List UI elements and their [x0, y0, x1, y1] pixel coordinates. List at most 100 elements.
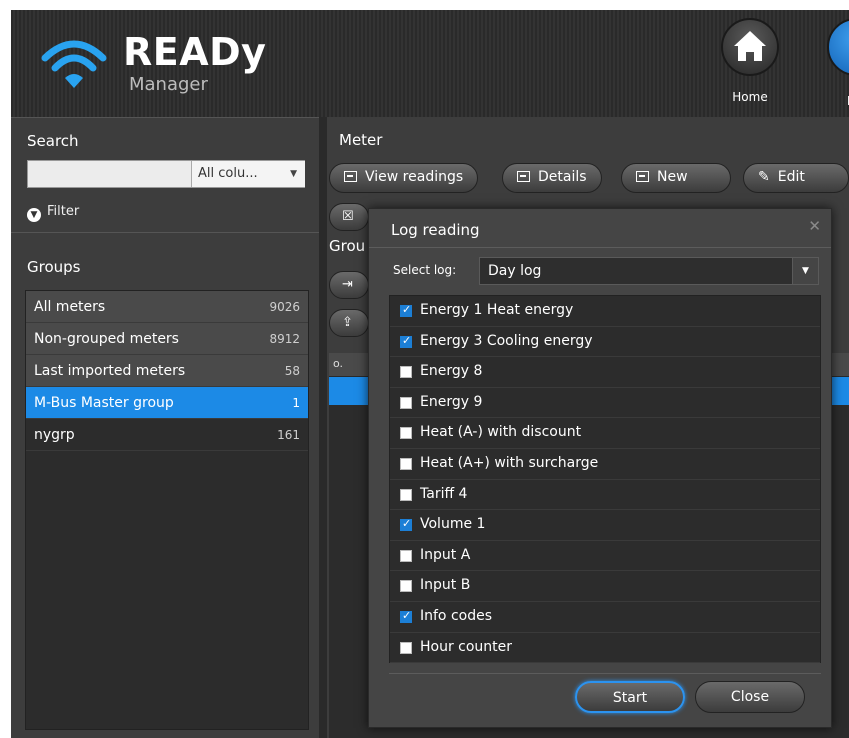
list-item-label: Heat (A+) with surcharge	[420, 454, 599, 471]
checkbox[interactable]	[400, 396, 412, 409]
list-icon	[636, 171, 649, 182]
home-label: Home	[732, 90, 768, 104]
list-item[interactable]: Energy 1 Heat energy	[390, 296, 820, 327]
groups-list: All meters 9026 Non-grouped meters 8912 …	[25, 290, 309, 730]
list-item-label: Energy 9	[420, 393, 483, 410]
groups-section-title: Grou	[329, 237, 366, 255]
search-input[interactable]	[28, 161, 191, 187]
filter-toggle[interactable]: ▼ Filter	[27, 204, 79, 222]
app-header: READy Manager Home M	[11, 10, 849, 117]
list-item-label: Input A	[420, 546, 471, 563]
group-name: Last imported meters	[34, 363, 186, 379]
checkbox[interactable]	[400, 366, 412, 379]
export-button[interactable]: ⇪	[329, 309, 369, 337]
divider	[389, 673, 821, 674]
details-button[interactable]: Details	[502, 163, 602, 193]
add-to-group-button[interactable]: ⇥	[329, 271, 369, 299]
group-name: All meters	[34, 299, 106, 315]
wifi-logo-icon	[41, 40, 107, 88]
checkbox[interactable]	[400, 517, 412, 532]
log-reading-dialog: Log reading ✕ Select log: Day log ▼ Ener…	[368, 208, 832, 728]
filter-label: Filter	[47, 204, 80, 219]
group-count: 161	[277, 428, 300, 442]
list-item[interactable]: Tariff 4	[390, 480, 820, 511]
new-button[interactable]: New	[621, 163, 731, 193]
nav-button-m[interactable]: M	[827, 18, 849, 110]
list-item-label: Input B	[420, 577, 471, 594]
close-icon[interactable]: ✕	[808, 217, 821, 235]
list-item[interactable]: Heat (A+) with surcharge	[390, 449, 820, 480]
group-count: 1	[292, 396, 300, 410]
list-item[interactable]: Info codes	[390, 602, 820, 633]
list-item[interactable]: Energy 9	[390, 388, 820, 419]
select-log-label: Select log:	[393, 263, 457, 277]
edit-button[interactable]: ✎ Edit	[743, 163, 849, 193]
checkbox[interactable]	[400, 303, 412, 317]
search-box: All colu... ▼	[27, 160, 305, 188]
groups-title: Groups	[27, 258, 81, 276]
log-values-list: Energy 1 Heat energy Energy 3 Cooling en…	[389, 295, 821, 664]
list-icon	[344, 171, 357, 182]
list-item[interactable]: Input B	[390, 571, 820, 602]
list-item[interactable]: Heat (A-) with discount	[390, 418, 820, 449]
group-name: Non-grouped meters	[34, 331, 179, 347]
app-logo: READy Manager	[41, 28, 266, 98]
checkbox[interactable]	[400, 334, 412, 348]
chevron-down-icon: ▼	[792, 258, 818, 284]
checkbox[interactable]	[400, 488, 412, 501]
group-item-all-meters[interactable]: All meters 9026	[26, 291, 308, 323]
list-item[interactable]: Energy 8	[390, 357, 820, 388]
home-icon	[734, 31, 766, 61]
export-icon: ⇪	[342, 315, 353, 330]
list-item[interactable]: Input A	[390, 541, 820, 572]
list-item-label: Heat (A-) with discount	[420, 424, 582, 441]
search-title: Search	[27, 132, 79, 150]
list-icon	[517, 171, 530, 182]
edit-label: Edit	[777, 169, 805, 185]
select-log-dropdown[interactable]: Day log ▼	[479, 257, 819, 285]
view-readings-button[interactable]: View readings	[329, 163, 479, 193]
checkbox[interactable]	[400, 549, 412, 562]
dialog-title: Log reading	[391, 221, 480, 239]
app-title: READy	[123, 30, 267, 74]
delete-icon: ☒	[342, 209, 354, 224]
group-name: M-Bus Master group	[34, 395, 174, 411]
group-item-non-grouped[interactable]: Non-grouped meters 8912	[26, 323, 308, 355]
search-column-value: All colu...	[198, 166, 258, 181]
group-name: nygrp	[34, 427, 75, 443]
list-item[interactable]: Volume 1	[390, 510, 820, 541]
list-item-label: Volume 1	[420, 516, 486, 533]
list-item-label: Info codes	[420, 607, 493, 624]
list-item-label: Hour counter	[420, 638, 513, 655]
panel-gap	[319, 117, 327, 738]
checkbox[interactable]	[400, 609, 412, 623]
list-item[interactable]: Hour counter	[390, 633, 820, 664]
search-column-select[interactable]: All colu... ▼	[191, 161, 305, 187]
select-log-value: Day log	[488, 263, 542, 279]
close-button[interactable]: Close	[695, 681, 805, 713]
meter-title: Meter	[339, 131, 383, 149]
chevron-down-icon: ▼	[27, 208, 41, 222]
details-label: Details	[538, 169, 587, 185]
checkbox[interactable]	[400, 641, 412, 654]
start-button[interactable]: Start	[575, 681, 685, 713]
pencil-icon: ✎	[758, 169, 770, 185]
checkbox[interactable]	[400, 580, 412, 593]
group-item-last-imported[interactable]: Last imported meters 58	[26, 355, 308, 387]
checkbox[interactable]	[400, 427, 412, 440]
group-item-nygrp[interactable]: nygrp 161	[26, 419, 308, 451]
new-label: New	[657, 169, 688, 185]
group-count: 8912	[269, 332, 300, 346]
home-button[interactable]: Home	[717, 18, 783, 110]
home-circle	[721, 18, 779, 76]
list-item[interactable]: Energy 3 Cooling energy	[390, 327, 820, 358]
chevron-down-icon: ▼	[290, 169, 297, 179]
divider	[11, 232, 319, 233]
delete-button[interactable]: ☒	[329, 203, 369, 231]
list-item-label: Energy 3 Cooling energy	[420, 332, 593, 349]
group-item-mbus-master[interactable]: M-Bus Master group 1	[26, 387, 308, 419]
list-item-label: Energy 1 Heat energy	[420, 302, 574, 318]
list-item-label: Tariff 4	[420, 485, 468, 502]
checkbox[interactable]	[400, 457, 412, 470]
group-count: 58	[284, 364, 300, 378]
